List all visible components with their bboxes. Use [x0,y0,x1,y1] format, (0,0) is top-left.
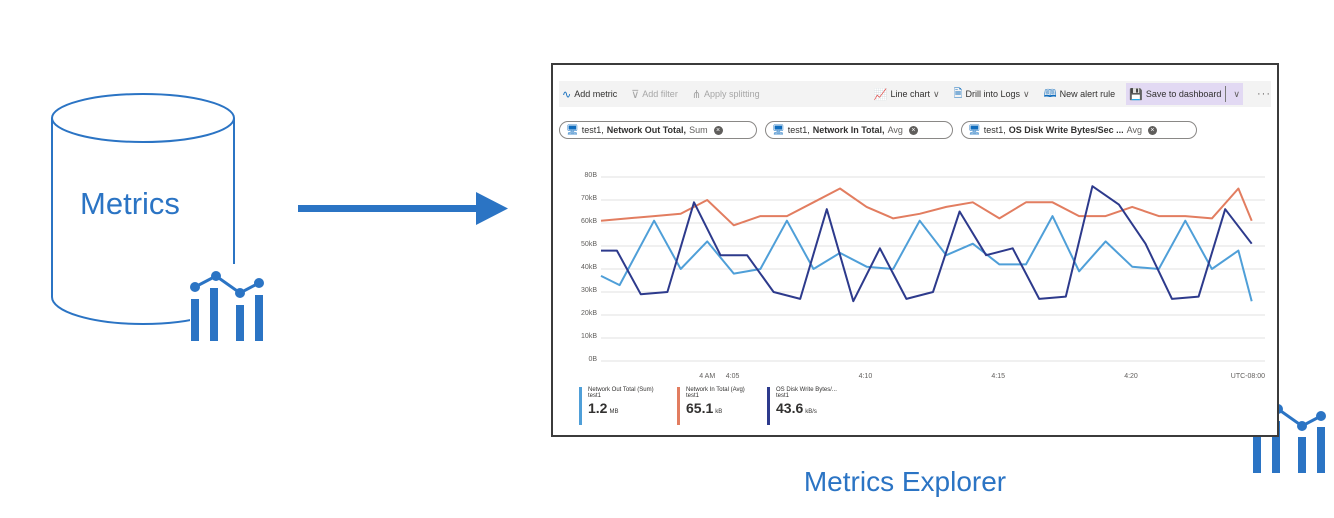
legend-value-number: 43.6 [776,400,804,416]
explorer-caption: Metrics Explorer [803,466,1007,497]
metrics-chart-icon [190,264,276,346]
x-tick-label: 4:15 [991,373,1006,380]
legend-value-unit: kB/s [805,409,817,415]
line-chart [600,176,1265,362]
legend-item[interactable]: Network Out Total (Sum) test1 1.2 MB [579,387,654,425]
metrics-explorer-window: ∿ Add metric ⊽ Add filter ⋔ Apply splitt… [551,63,1279,437]
flow-arrow [298,192,508,225]
metrics-store-label: Metrics [80,186,180,221]
legend-value: 1.2 MB [588,400,654,416]
x-tick-label: UTC-08:00 [1230,373,1265,380]
series-line-1 [600,187,1253,227]
x-tick-label: 4:10 [858,373,873,380]
legend-value-number: 1.2 [588,400,608,416]
legend-value: 43.6 kB/s [776,400,837,416]
x-tick-label: 4 AM [699,373,716,380]
x-tick-label: 4:05 [725,373,740,380]
legend-item[interactable]: Network In Total (Avg) test1 65.1 kB [677,387,745,425]
legend-value-unit: kB [715,409,723,415]
legend-value-number: 65.1 [686,400,714,416]
legend-value-unit: MB [609,409,619,415]
legend-resource: test1 [776,393,790,399]
legend-item[interactable]: OS Disk Write Bytes/... test1 43.6 kB/s [767,387,837,425]
legend-resource: test1 [686,393,700,399]
x-tick-label: 4:20 [1124,373,1138,380]
legend-resource: test1 [588,393,602,399]
series-line-0 [600,215,1253,302]
legend-value: 65.1 kB [686,400,745,416]
